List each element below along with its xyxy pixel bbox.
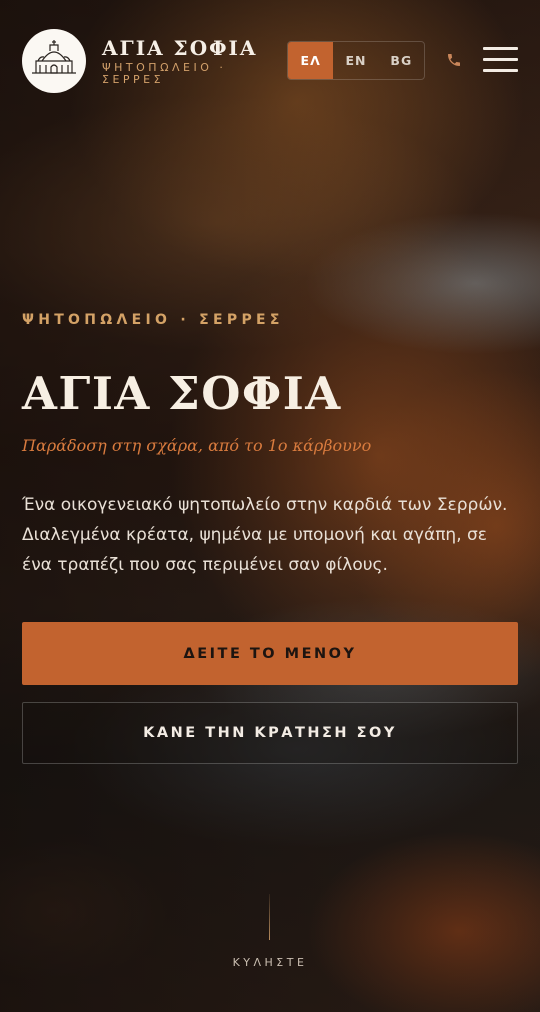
site-header: ΑΓΙΑ ΣΟΦΙΑ ΨΗΤΟΠΩΛΕΙΟ · ΣΕΡΡΕΣ ΕΛ EN BG [0,0,540,120]
hero-title: ΑΓΙΑ ΣΟΦΙΑ [22,367,342,420]
hamburger-menu-button[interactable] [483,47,518,73]
hero-description: Ένα οικογενειακό ψητοπωλείο στην καρδιά … [22,495,508,575]
church-logo-icon [32,40,76,74]
brand-name: ΑΓΙΑ ΣΟΦΙΑ [102,36,258,60]
hero-eyebrow: ΨΗΤΟΠΩΛΕΙΟ · ΣΕΡΡΕΣ [22,312,284,328]
hamburger-line [483,69,518,72]
hero-tagline: Παράδοση στη σχάρα, από το 1ο κάρβουνο [22,436,372,455]
brand-subtitle: ΨΗΤΟΠΩΛΕΙΟ · ΣΕΡΡΕΣ [102,61,227,86]
hamburger-line [483,58,518,61]
make-reservation-button[interactable]: ΚΑΝΕ ΤΗΝ ΚΡΑΤΗΣΗ ΣΟΥ [22,702,518,764]
language-option-bg[interactable]: BG [379,42,424,79]
logo[interactable] [22,29,86,93]
language-option-el[interactable]: ΕΛ [288,42,334,79]
language-option-en[interactable]: EN [333,42,378,79]
scroll-indicator-line [269,894,270,940]
phone-icon [448,54,460,66]
phone-button[interactable] [444,50,464,70]
language-switcher: ΕΛ EN BG [287,41,425,80]
view-menu-button[interactable]: ΔΕΙΤΕ ΤΟ ΜΕΝΟΥ [22,622,518,685]
scroll-indicator-label[interactable]: ΚΥΛΗΣΤΕ [0,956,540,969]
hamburger-menu-icon [483,47,518,50]
